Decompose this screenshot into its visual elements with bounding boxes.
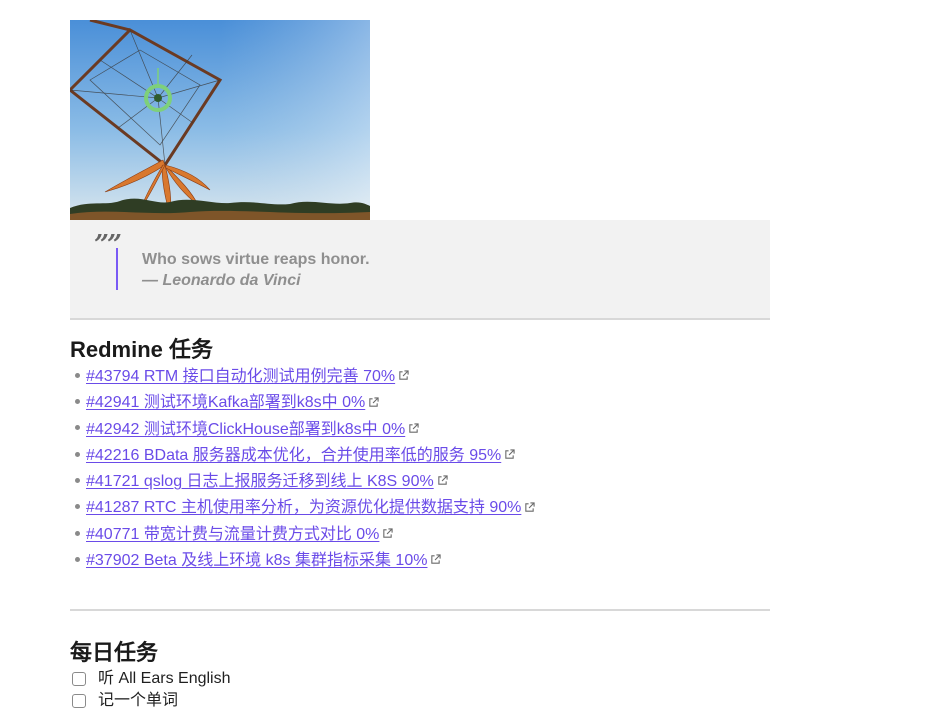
bullet-icon [75,425,80,431]
daily-section-title: 每日任务 [70,640,159,665]
list-item: #40771 带宽计费与流量计费方式对比 0% [70,523,535,549]
bullet-icon [75,451,80,457]
list-item: #43794 RTM 接口自动化测试用例完善 70% [70,365,535,391]
dreamcatcher-photo [70,20,370,220]
redmine-task-link[interactable]: #41287 RTC 主机使用率分析，为资源优化提供数据支持 90% [86,499,521,516]
task-checkbox[interactable] [72,672,86,686]
bullet-icon [75,372,80,378]
external-link-icon[interactable] [382,528,394,539]
external-link-icon[interactable] [398,370,409,381]
checklist-item-label: 记一个单词 [98,692,179,709]
checklist-item-label: 听 All Ears English [98,670,231,687]
list-item: #42941 测试环境Kafka部署到k8s中 0% [70,391,535,417]
quote-accent-bar [116,248,118,290]
list-item: #37902 Beta 及线上环境 k8s 集群指标采集 10% [70,549,535,575]
quote-text: Who sows virtue reaps honor. [142,251,370,268]
redmine-task-link[interactable]: #42942 测试环境ClickHouse部署到k8s中 0% [86,421,405,438]
quote-block: ”” Who sows virtue reaps honor. — Leonar… [70,220,770,320]
redmine-task-link[interactable]: #41721 qslog 日志上报服务迁移到线上 K8S 90% [86,473,434,490]
external-link-icon[interactable] [368,396,379,408]
banner-image [70,20,370,220]
external-link-icon[interactable] [504,449,515,460]
external-link-icon[interactable] [408,423,419,434]
section-divider [70,609,770,611]
list-item: #41287 RTC 主机使用率分析，为资源优化提供数据支持 90% [70,496,535,522]
checklist-item: 听 All Ears English [70,668,231,690]
checklist-item: 记一个单词 [70,690,231,712]
list-item: #42942 测试环境ClickHouse部署到k8s中 0% [70,418,535,444]
external-link-icon[interactable] [524,502,535,513]
external-link-icon[interactable] [430,554,442,565]
quote-content: Who sows virtue reaps honor. — Leonardo … [142,249,370,291]
bullet-icon [75,477,80,483]
daily-task-list: 听 All Ears English 记一个单词 [70,668,231,712]
redmine-task-list: #43794 RTM 接口自动化测试用例完善 70% #42941 测试环境Kaf… [70,365,535,575]
page-content: ”” Who sows virtue reaps honor. — Leonar… [70,20,770,709]
bullet-icon [75,504,80,510]
redmine-task-link[interactable]: #40771 带宽计费与流量计费方式对比 0% [86,526,379,543]
list-item: #42216 BData 服务器成本优化，合并使用率低的服务 95% [70,444,535,470]
bullet-icon [75,530,80,536]
redmine-section-title: Redmine 任务 [70,337,214,362]
redmine-task-link[interactable]: #42941 测试环境Kafka部署到k8s中 0% [86,394,365,411]
redmine-task-link[interactable]: #42216 BData 服务器成本优化，合并使用率低的服务 95% [86,447,501,464]
task-checkbox[interactable] [72,694,86,708]
quote-author: — Leonardo da Vinci [142,272,301,289]
list-item: #41721 qslog 日志上报服务迁移到线上 K8S 90% [70,470,535,496]
bullet-icon [75,399,80,405]
external-link-icon[interactable] [437,475,448,486]
redmine-task-link[interactable]: #43794 RTM 接口自动化测试用例完善 70% [86,368,395,385]
redmine-task-link[interactable]: #37902 Beta 及线上环境 k8s 集群指标采集 10% [86,552,427,569]
bullet-icon [75,556,80,562]
